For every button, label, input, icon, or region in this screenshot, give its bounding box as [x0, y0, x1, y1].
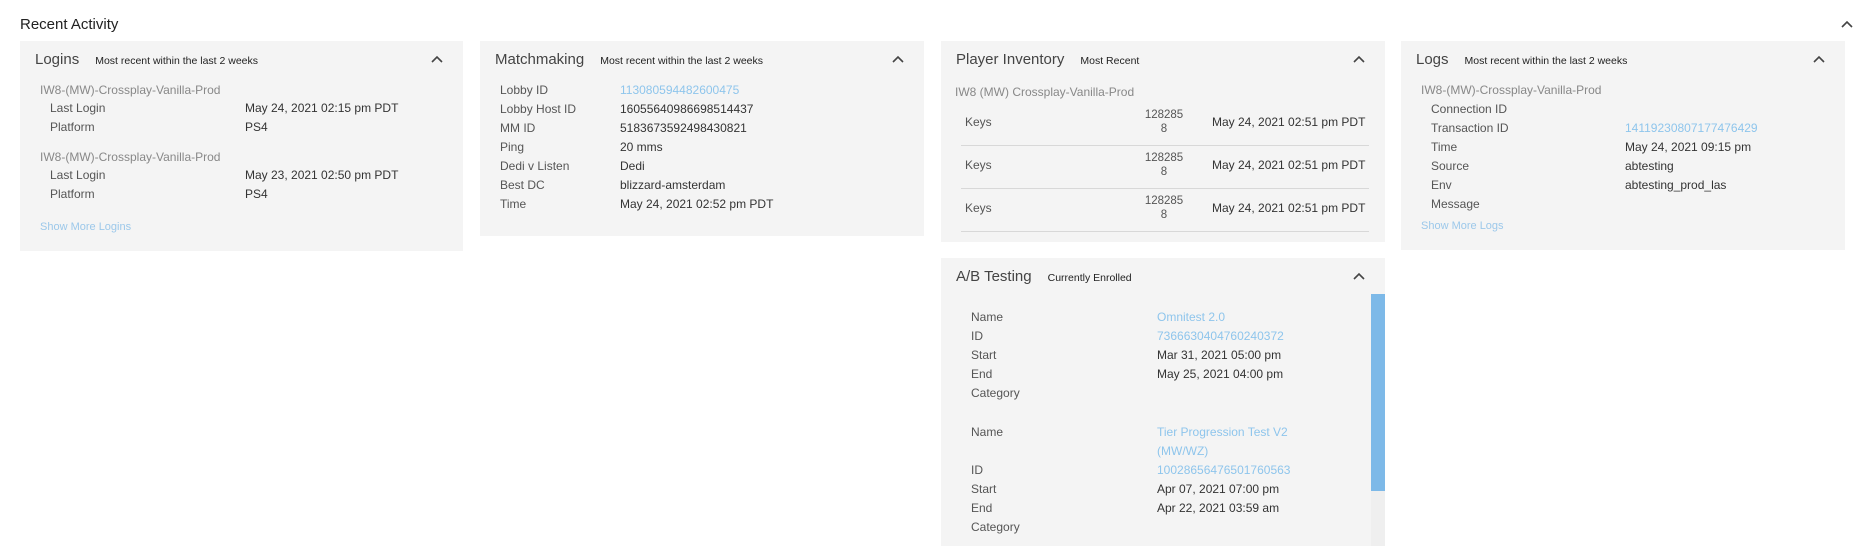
card-subtitle: Most recent within the last 2 weeks [600, 55, 764, 67]
mm-label: Lobby Host ID [500, 102, 577, 116]
log-label: Time [1431, 140, 1458, 154]
mm-value: 16055640986698514437 [620, 102, 754, 116]
show-more-logins-link[interactable]: Show More Logins [40, 221, 131, 233]
scrollbar-thumb[interactable] [1371, 294, 1385, 491]
player-inventory-card: Player Inventory Most Recent IW8 (MW) Cr… [941, 41, 1385, 242]
item-time: May 24, 2021 02:51 pm PDT [1212, 158, 1366, 172]
test-label: Start [971, 482, 997, 496]
logs-card: Logs Most recent within the last 2 weeks… [1401, 41, 1845, 250]
show-more-logs-link[interactable]: Show More Logs [1421, 220, 1504, 232]
transaction-id-link[interactable]: 14119230807177476429 [1625, 121, 1758, 135]
log-label: Source [1431, 159, 1470, 173]
card-subtitle: Most Recent [1080, 55, 1140, 67]
row-divider [961, 188, 1369, 189]
mm-label: Time [500, 197, 527, 211]
log-label: Message [1431, 197, 1480, 211]
card-title: Player Inventory [956, 51, 1065, 68]
log-value: May 24, 2021 09:15 pm [1625, 140, 1752, 154]
test-value: Mar 31, 2021 05:00 pm [1157, 348, 1282, 362]
item-quantity: 128285 8 [1144, 195, 1184, 221]
test-label: End [971, 367, 993, 381]
mm-value: May 24, 2021 02:52 pm PDT [620, 197, 774, 211]
platform-value: PS4 [245, 187, 268, 201]
test-label: Start [971, 348, 997, 362]
mm-label: Dedi v Listen [500, 159, 570, 173]
log-value: abtesting_prod_las [1625, 178, 1727, 192]
log-label: Transaction ID [1431, 121, 1509, 135]
card-title: Logins [35, 51, 80, 68]
row-divider [961, 231, 1369, 232]
platform-value: PS4 [245, 120, 268, 134]
card-subtitle: Most recent within the last 2 weeks [95, 55, 259, 67]
item-quantity: 128285 8 [1144, 109, 1184, 135]
logins-card: Logins Most recent within the last 2 wee… [20, 41, 463, 251]
collapse-all-chevron-up-icon[interactable] [1838, 16, 1856, 34]
matchmaking-card: Matchmaking Most recent within the last … [480, 41, 924, 236]
collapse-chevron-up-icon[interactable] [889, 51, 907, 69]
collapse-chevron-up-icon[interactable] [428, 51, 446, 69]
mm-label: Lobby ID [500, 83, 549, 97]
collapse-chevron-up-icon[interactable] [1350, 268, 1368, 286]
item-name: Keys [965, 115, 992, 129]
platform-label: Platform [50, 187, 95, 201]
test-label: Name [971, 310, 1004, 324]
last-login-value: May 24, 2021 02:15 pm PDT [245, 101, 399, 115]
card-title: A/B Testing [956, 268, 1032, 285]
item-name: Keys [965, 201, 992, 215]
item-name: Keys [965, 158, 992, 172]
login-group-name: IW8-(MW)-Crossplay-Vanilla-Prod [40, 83, 221, 97]
test-label: Category [971, 386, 1020, 400]
platform-label: Platform [50, 120, 95, 134]
card-title: Logs [1416, 51, 1449, 68]
row-divider [961, 145, 1369, 146]
card-subtitle: Most recent within the last 2 weeks [1464, 55, 1628, 67]
test-label: ID [971, 463, 983, 477]
mm-label: Best DC [500, 178, 545, 192]
test-value: Apr 07, 2021 07:00 pm [1157, 482, 1280, 496]
item-quantity: 128285 8 [1144, 152, 1184, 178]
logs-group-link[interactable]: IW8-(MW)-Crossplay-Vanilla-Prod [1421, 83, 1601, 97]
test-label: Category [971, 520, 1020, 534]
last-login-label: Last Login [50, 101, 106, 115]
ab-testing-card: A/B Testing Currently Enrolled Name Omni… [941, 258, 1385, 546]
test-value: May 25, 2021 04:00 pm [1157, 367, 1284, 381]
login-group-name: IW8-(MW)-Crossplay-Vanilla-Prod [40, 150, 221, 164]
item-time: May 24, 2021 02:51 pm PDT [1212, 115, 1366, 129]
mm-value: Dedi [620, 159, 645, 173]
card-title: Matchmaking [495, 51, 585, 68]
lobby-id-link[interactable]: 113080594482600475 [620, 83, 739, 97]
test-label: End [971, 501, 993, 515]
inventory-group-link[interactable]: IW8 (MW) Crossplay-Vanilla-Prod [955, 85, 1134, 99]
test-name-link[interactable]: Tier Progression Test V2 [1157, 425, 1288, 439]
section-title: Recent Activity [20, 16, 119, 33]
test-name-link[interactable]: Omnitest 2.0 [1157, 310, 1225, 324]
test-id-link[interactable]: 7366630404760240372 [1157, 329, 1284, 343]
mm-label: Ping [500, 140, 525, 154]
collapse-chevron-up-icon[interactable] [1350, 51, 1368, 69]
log-value: abtesting [1625, 159, 1674, 173]
test-label: ID [971, 329, 983, 343]
mm-label: MM ID [500, 121, 536, 135]
test-label: Name [971, 425, 1004, 439]
test-name-link-cont[interactable]: (MW/WZ) [1157, 444, 1208, 458]
mm-value: blizzard-amsterdam [620, 178, 726, 192]
mm-value: 5183673592498430821 [620, 121, 747, 135]
test-value: Apr 22, 2021 03:59 am [1157, 501, 1280, 515]
item-time: May 24, 2021 02:51 pm PDT [1212, 201, 1366, 215]
log-label: Env [1431, 178, 1452, 192]
test-id-link[interactable]: 10028656476501760563 [1157, 463, 1290, 477]
mm-value: 20 mms [620, 140, 663, 154]
card-subtitle: Currently Enrolled [1047, 272, 1132, 284]
collapse-chevron-up-icon[interactable] [1810, 51, 1828, 69]
last-login-label: Last Login [50, 168, 106, 182]
last-login-value: May 23, 2021 02:50 pm PDT [245, 168, 399, 182]
log-label: Connection ID [1431, 102, 1508, 116]
